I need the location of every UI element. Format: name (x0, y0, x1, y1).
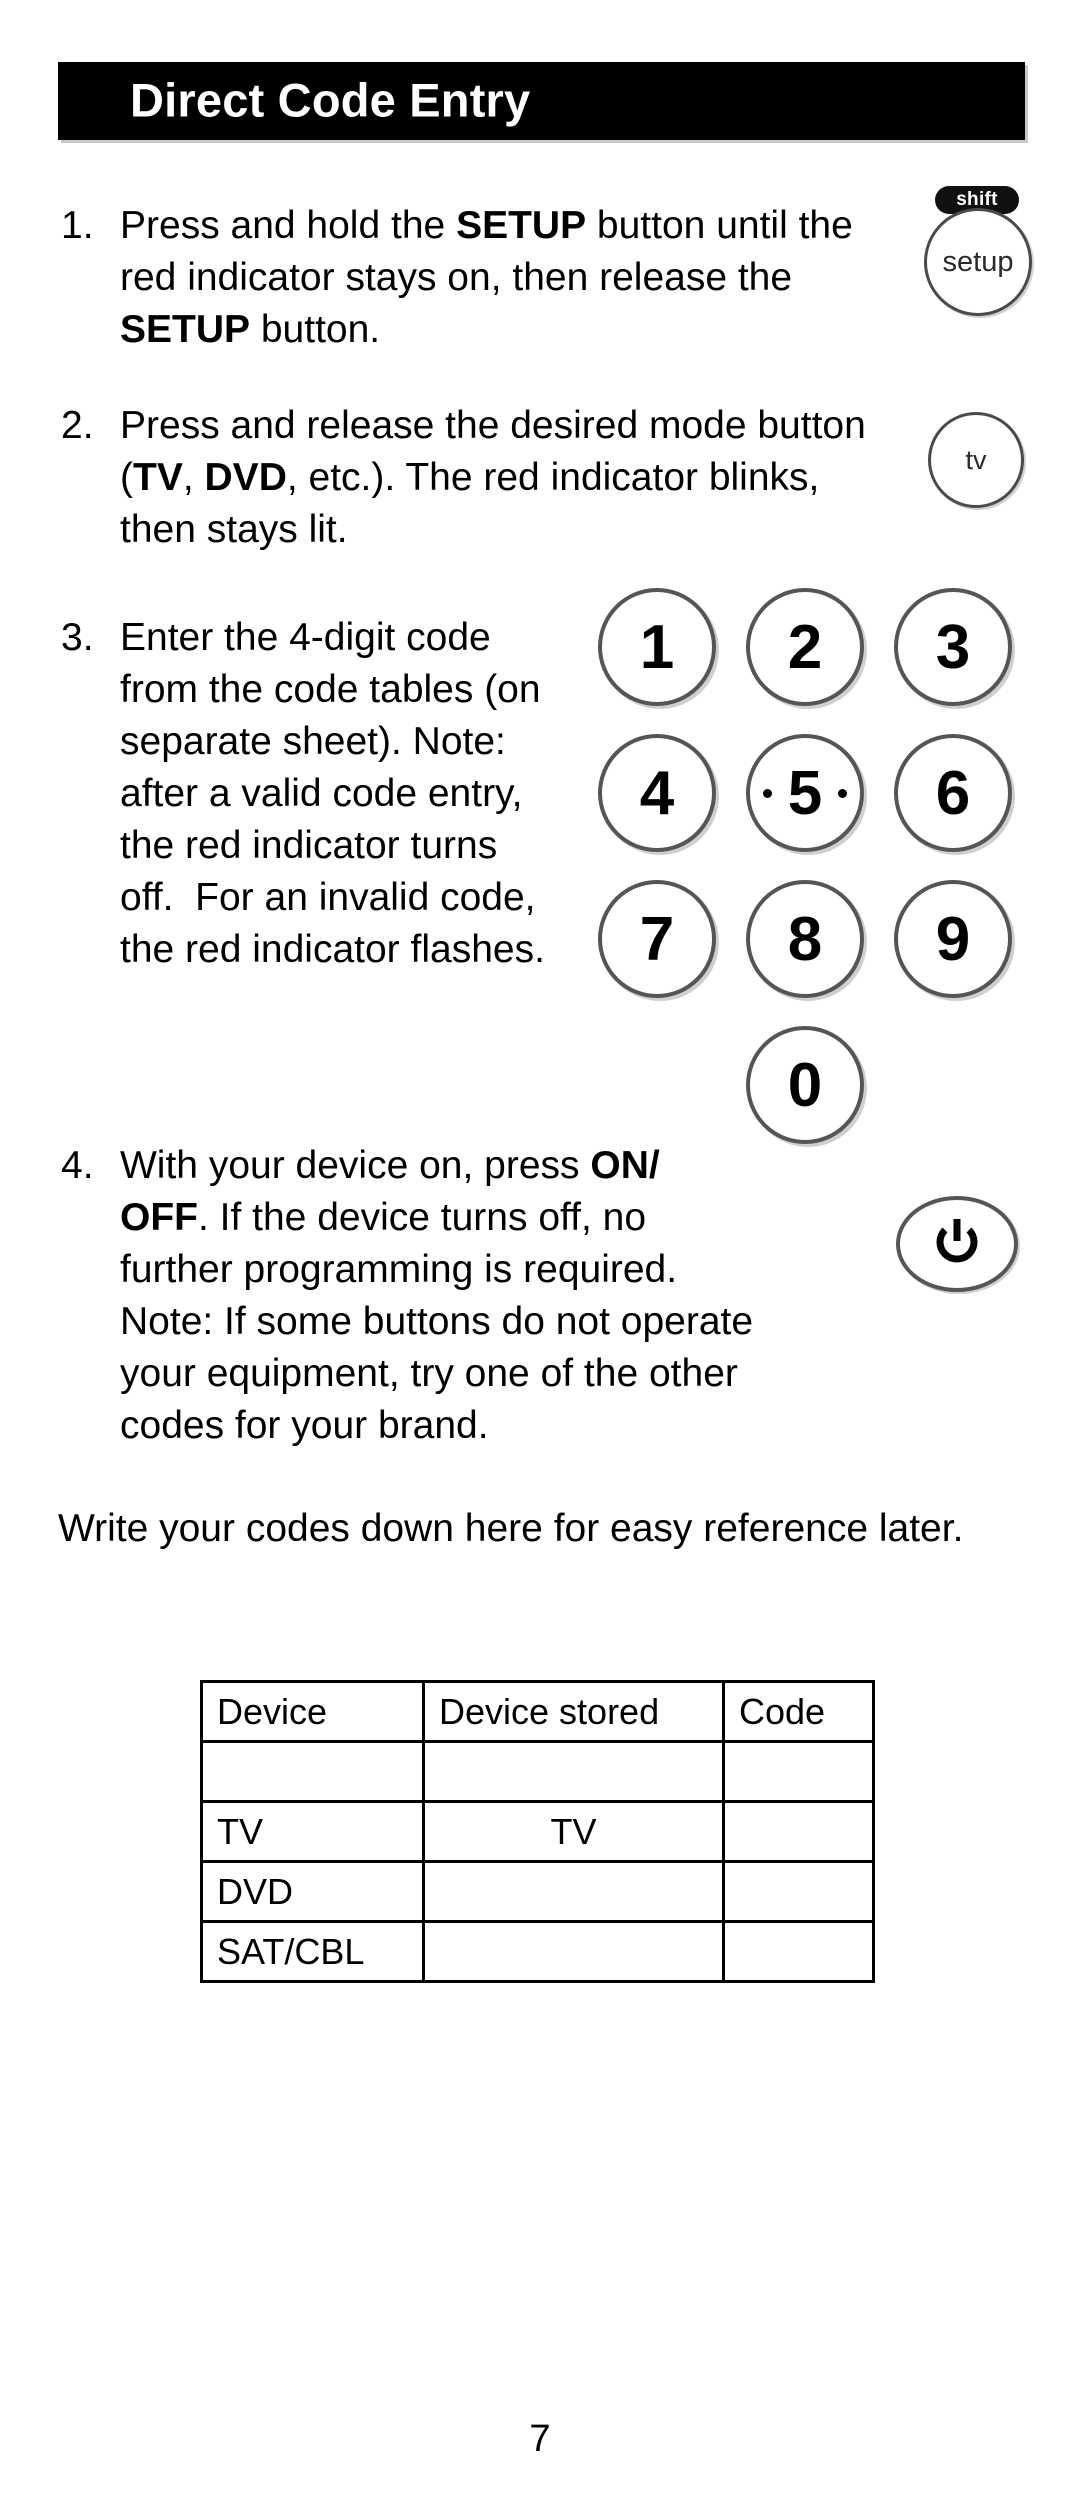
page-number: 7 (529, 2418, 551, 2460)
step-number-3: 3. (61, 616, 94, 659)
write-codes-paragraph: Write your codes down here for easy refe… (58, 1507, 964, 1550)
table-header-device: Device (200, 1680, 425, 1743)
step-number-4: 4. (61, 1144, 94, 1187)
cell-device-stored[interactable] (422, 1920, 725, 1983)
cell-device-stored[interactable] (422, 1740, 725, 1803)
table-header-code: Code (722, 1680, 875, 1743)
keypad-key-5-label: 5 (787, 758, 823, 828)
page-header-bar: Direct Code Entry (58, 62, 1025, 140)
cell-code[interactable] (722, 1740, 875, 1803)
table-row: SAT/CBL (200, 1920, 875, 1983)
cell-device[interactable] (200, 1740, 425, 1803)
power-button-icon (896, 1196, 1018, 1292)
table-header-row: Device Device stored Code (200, 1680, 875, 1743)
step-text-4: With your device on, press ON/ OFF. If t… (120, 1144, 754, 1447)
setup-button-icon: setup (924, 208, 1032, 316)
cell-code[interactable] (722, 1920, 875, 1983)
tactile-dot-left-icon (763, 789, 772, 798)
table-row: DVD (200, 1860, 875, 1923)
tv-button-icon: tv (928, 412, 1024, 508)
instruction-step-1: 1. Press and hold the SETUP button until… (58, 200, 858, 356)
page-title: Direct Code Entry (130, 73, 531, 127)
keypad-key-4: 4 (598, 734, 716, 852)
instruction-step-4: 4. With your device on, press ON/ OFF. I… (58, 1140, 758, 1452)
cell-device-stored[interactable]: TV (422, 1800, 725, 1863)
cell-device[interactable]: SAT/CBL (200, 1920, 425, 1983)
step-number-1: 1. (61, 204, 94, 247)
setup-button-graphic: shift setup (918, 186, 1038, 321)
instruction-step-3: 3. Enter the 4-digit code from the code … (58, 612, 568, 976)
table-header-device-stored: Device stored (422, 1680, 725, 1743)
tactile-dot-right-icon (838, 789, 847, 798)
step-text-2: Press and release the desired mode butto… (120, 404, 866, 551)
table-row: TV TV (200, 1800, 875, 1863)
codes-record-table: Device Device stored Code TV TV DVD SAT/… (200, 1680, 875, 1983)
instruction-step-2: 2. Press and release the desired mode bu… (58, 400, 888, 556)
keypad-key-5: 5 (746, 734, 864, 852)
numeric-keypad-graphic: 1 2 3 4 5 6 7 8 9 0 (598, 588, 1038, 1144)
step-text-3: Enter the 4-digit code from the code tab… (120, 616, 545, 971)
keypad-key-6: 6 (894, 734, 1012, 852)
keypad-key-1: 1 (598, 588, 716, 706)
cell-code[interactable] (722, 1800, 875, 1863)
cell-device-stored[interactable] (422, 1860, 725, 1923)
keypad-key-9: 9 (894, 880, 1012, 998)
step-text-1: Press and hold the SETUP button until th… (120, 204, 853, 351)
keypad-key-3: 3 (894, 588, 1012, 706)
step-number-2: 2. (61, 404, 94, 447)
cell-device[interactable]: TV (200, 1800, 425, 1863)
keypad-key-8: 8 (746, 880, 864, 998)
keypad-key-7: 7 (598, 880, 716, 998)
cell-device[interactable]: DVD (200, 1860, 425, 1923)
keypad-key-0: 0 (746, 1026, 864, 1144)
cell-code[interactable] (722, 1860, 875, 1923)
keypad-key-2: 2 (746, 588, 864, 706)
table-row (200, 1740, 875, 1803)
